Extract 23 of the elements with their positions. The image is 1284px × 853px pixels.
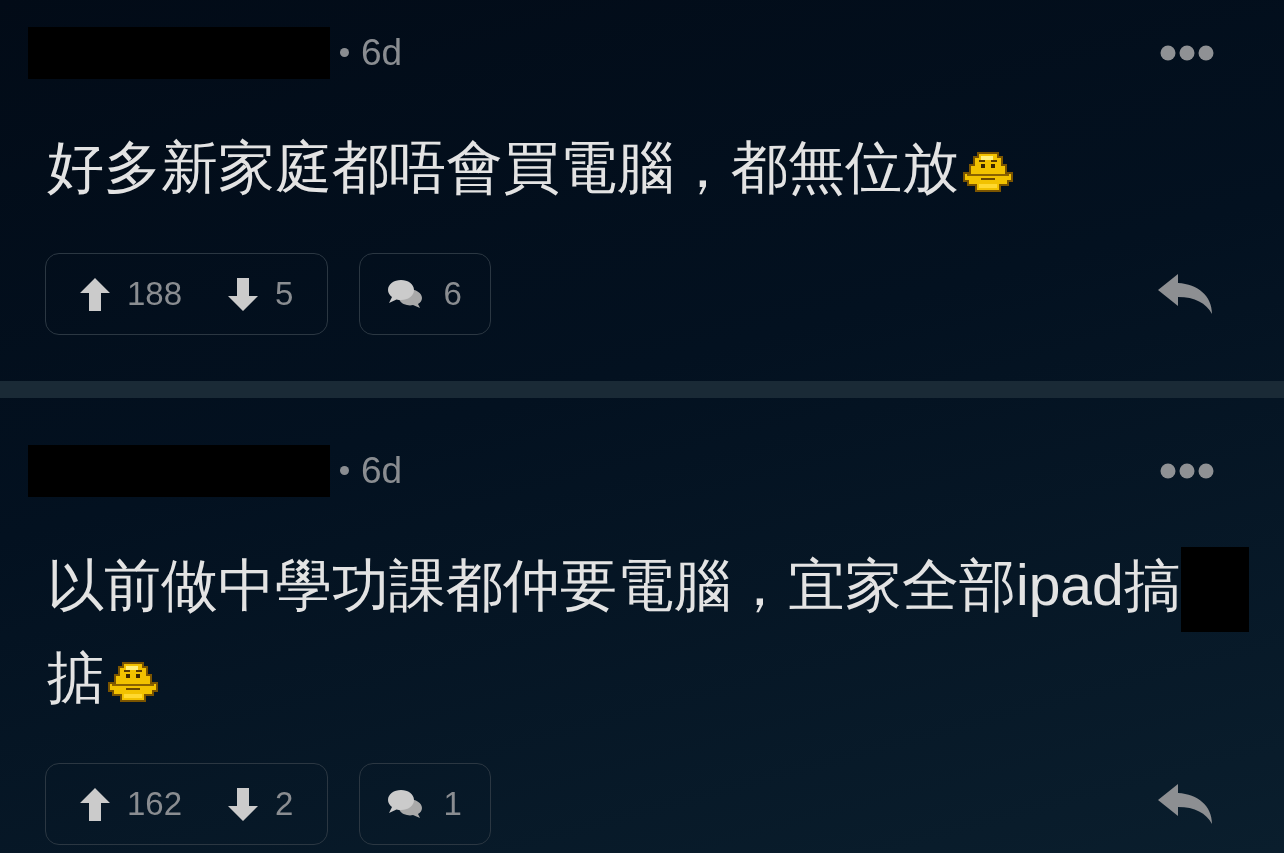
comment-text: 好多新家庭都唔會買電腦，都無位放	[47, 135, 959, 199]
comment-text: 掂	[47, 645, 104, 710]
downvote-button[interactable]: 5	[228, 275, 294, 313]
timestamp: 6d	[361, 31, 403, 75]
upvote-button[interactable]: 188	[80, 275, 183, 313]
arrow-up-icon	[80, 787, 110, 821]
speech-bubbles-icon	[388, 790, 423, 819]
comment-text: 以前做中學功課都仲要電腦，宜家全部ipad搞	[47, 553, 1181, 617]
dot-icon	[340, 466, 349, 475]
replies-button[interactable]: 6	[359, 253, 491, 335]
timestamp: 6d	[361, 449, 403, 493]
arrow-down-icon	[228, 787, 259, 821]
arrow-up-icon	[80, 277, 110, 311]
reply-icon[interactable]	[1158, 784, 1212, 825]
arrow-down-icon	[228, 277, 259, 311]
more-icon[interactable]	[1160, 44, 1214, 61]
replies-button[interactable]: 1	[359, 763, 491, 846]
dot-icon	[340, 48, 349, 57]
downvote-button[interactable]: 2	[228, 785, 294, 824]
upvote-button[interactable]: 162	[80, 785, 183, 824]
more-icon[interactable]	[1160, 462, 1214, 479]
reply-icon[interactable]	[1158, 274, 1212, 314]
speech-bubbles-icon	[388, 280, 423, 308]
